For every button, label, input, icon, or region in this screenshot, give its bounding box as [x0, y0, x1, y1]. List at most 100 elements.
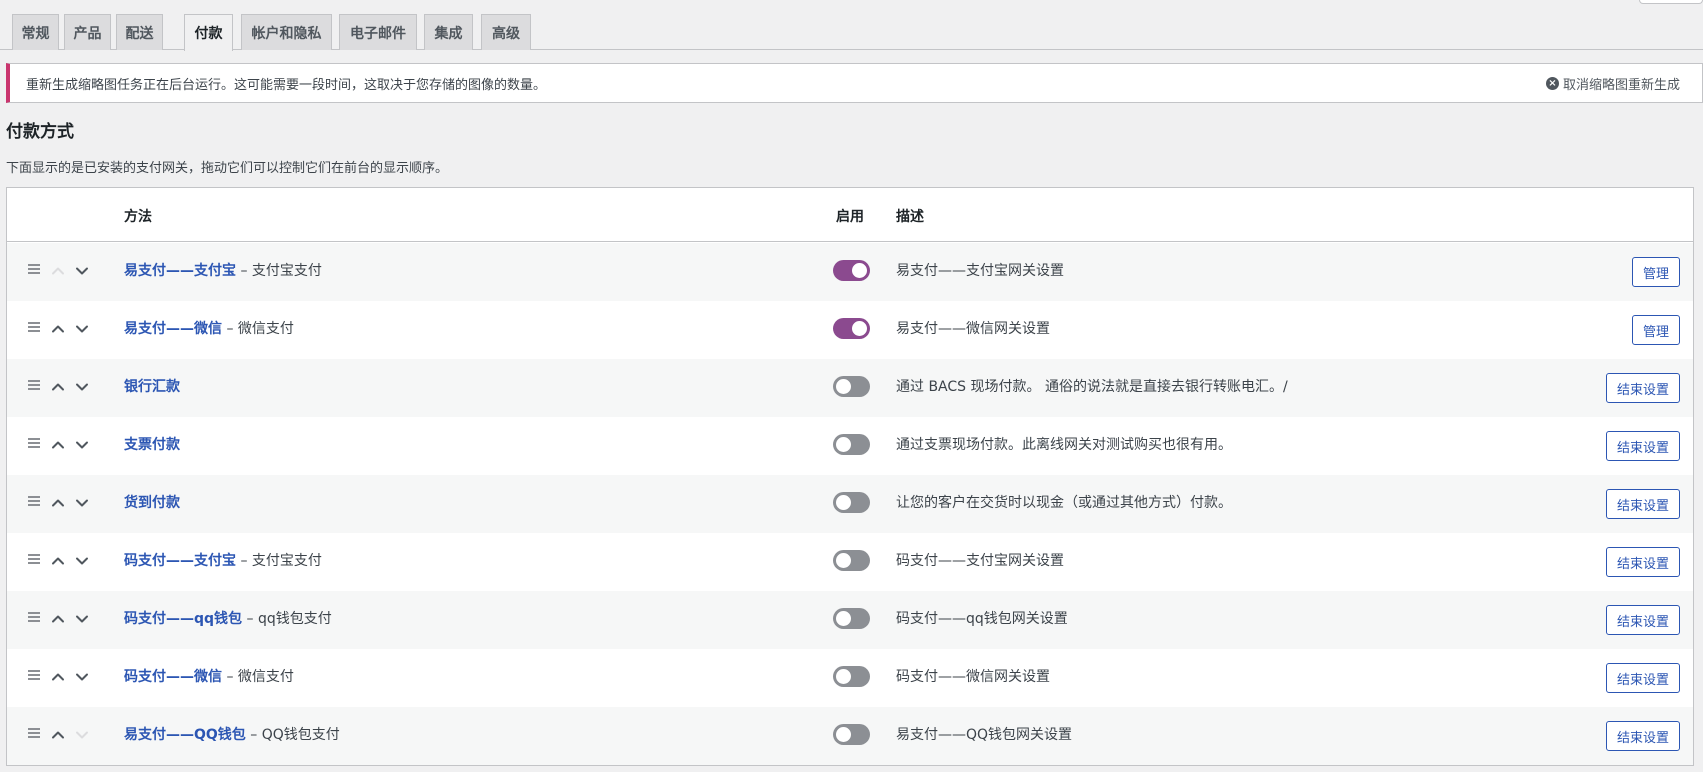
payment-methods-table: 方法 启用 描述 易支付——支付宝 – 支付宝支付 易支付——支付宝网关设置 管理易…: [6, 187, 1694, 766]
settings-tabs: 常规 产品 配送 付款 帐户和隐私 电子邮件 集成 高级: [0, 0, 1703, 51]
cancel-regeneration-link[interactable]: × 取消缩略图重新生成: [1545, 74, 1680, 93]
method-name-link[interactable]: 码支付——微信: [124, 669, 222, 685]
tab-general[interactable]: 常规: [12, 14, 59, 50]
table-row: 支票付款 通过支票现场付款。此离线网关对测试购买也很有用。 结束设置: [7, 417, 1693, 475]
move-up-icon[interactable]: [49, 668, 67, 686]
table-row: 易支付——微信 – 微信支付 易支付——微信网关设置 管理: [7, 301, 1693, 359]
enabled-toggle[interactable]: [833, 260, 870, 281]
enabled-toggle[interactable]: [833, 492, 870, 513]
method-description: 码支付——微信网关设置: [896, 669, 1050, 685]
move-up-icon[interactable]: [49, 610, 67, 628]
table-row: 码支付——qq钱包 – qq钱包支付 码支付——qq钱包网关设置 结束设置: [7, 591, 1693, 649]
finish-setup-button[interactable]: 结束设置: [1606, 431, 1680, 461]
move-up-icon: [49, 262, 67, 280]
move-up-icon[interactable]: [49, 552, 67, 570]
cancel-regeneration-label: 取消缩略图重新生成: [1562, 77, 1680, 93]
finish-setup-button[interactable]: 结束设置: [1606, 373, 1680, 403]
enabled-toggle[interactable]: [833, 318, 870, 339]
drag-handle-icon[interactable]: [28, 380, 40, 392]
tab-emails[interactable]: 电子邮件: [339, 14, 417, 50]
method-name-link[interactable]: 易支付——支付宝: [124, 263, 236, 279]
move-down-icon[interactable]: [73, 552, 91, 570]
tab-payments[interactable]: 付款: [184, 14, 233, 51]
move-down-icon[interactable]: [73, 262, 91, 280]
method-subtitle: – 微信支付: [222, 669, 294, 685]
finish-setup-button[interactable]: 结束设置: [1606, 663, 1680, 693]
method-subtitle: – 支付宝支付: [236, 553, 322, 569]
manage-button[interactable]: 管理: [1632, 257, 1680, 287]
enabled-toggle[interactable]: [833, 376, 870, 397]
enabled-toggle[interactable]: [833, 666, 870, 687]
top-right-control[interactable]: [1639, 0, 1703, 4]
tab-integration[interactable]: 集成: [424, 14, 473, 50]
method-description: 通过支票现场付款。此离线网关对测试购买也很有用。: [896, 437, 1232, 453]
method-description: 码支付——支付宝网关设置: [896, 553, 1064, 569]
enabled-toggle[interactable]: [833, 608, 870, 629]
tab-shipping[interactable]: 配送: [116, 14, 163, 50]
move-down-icon: [73, 726, 91, 744]
move-up-icon[interactable]: [49, 320, 67, 338]
method-cell: 易支付——支付宝 – 支付宝支付: [124, 260, 322, 280]
method-subtitle: – qq钱包支付: [242, 611, 332, 627]
toggle-knob: [836, 611, 851, 626]
drag-handle-icon[interactable]: [28, 322, 40, 334]
method-cell: 易支付——QQ钱包 – QQ钱包支付: [124, 724, 340, 744]
method-name-link[interactable]: 银行汇款: [124, 379, 180, 395]
toggle-knob: [836, 669, 851, 684]
table-row: 银行汇款 通过 BACS 现场付款。 通俗的说法就是直接去银行转账电汇。/ 结束设置: [7, 359, 1693, 417]
method-name-link[interactable]: 易支付——QQ钱包: [124, 727, 246, 743]
drag-handle-icon[interactable]: [28, 554, 40, 566]
tab-products[interactable]: 产品: [64, 14, 111, 50]
method-description: 码支付——qq钱包网关设置: [896, 611, 1068, 627]
method-name-link[interactable]: 支票付款: [124, 437, 180, 453]
method-subtitle: – QQ钱包支付: [245, 727, 340, 743]
method-description: 让您的客户在交货时以现金（或通过其他方式）付款。: [896, 495, 1232, 511]
move-down-icon[interactable]: [73, 668, 91, 686]
thumbnail-notice: 重新生成缩略图任务正在后台运行。这可能需要一段时间，这取决于您存储的图像的数量。…: [6, 63, 1703, 103]
method-cell: 易支付——微信 – 微信支付: [124, 318, 294, 338]
column-method: 方法: [124, 209, 152, 225]
move-down-icon[interactable]: [73, 378, 91, 396]
method-name-link[interactable]: 码支付——qq钱包: [124, 611, 242, 627]
drag-handle-icon[interactable]: [28, 438, 40, 450]
method-cell: 支票付款: [124, 434, 180, 454]
move-down-icon[interactable]: [73, 320, 91, 338]
method-cell: 码支付——支付宝 – 支付宝支付: [124, 550, 322, 570]
move-down-icon[interactable]: [73, 610, 91, 628]
table-row: 码支付——支付宝 – 支付宝支付 码支付——支付宝网关设置 结束设置: [7, 533, 1693, 591]
move-up-icon[interactable]: [49, 726, 67, 744]
toggle-knob: [836, 379, 851, 394]
notice-text: 重新生成缩略图任务正在后台运行。这可能需要一段时间，这取决于您存储的图像的数量。: [26, 77, 547, 93]
drag-handle-icon[interactable]: [28, 670, 40, 682]
table-row: 易支付——QQ钱包 – QQ钱包支付 易支付——QQ钱包网关设置 结束设置: [7, 707, 1693, 765]
enabled-toggle[interactable]: [833, 724, 870, 745]
move-up-icon[interactable]: [49, 436, 67, 454]
manage-button[interactable]: 管理: [1632, 315, 1680, 345]
table-row: 码支付——微信 – 微信支付 码支付——微信网关设置 结束设置: [7, 649, 1693, 707]
finish-setup-button[interactable]: 结束设置: [1606, 605, 1680, 635]
move-down-icon[interactable]: [73, 494, 91, 512]
table-header: 方法 启用 描述: [7, 188, 1693, 242]
column-description: 描述: [896, 209, 924, 225]
method-cell: 码支付——微信 – 微信支付: [124, 666, 294, 686]
drag-handle-icon[interactable]: [28, 264, 40, 276]
page-title: 付款方式: [6, 122, 74, 142]
drag-handle-icon[interactable]: [28, 496, 40, 508]
move-down-icon[interactable]: [73, 436, 91, 454]
enabled-toggle[interactable]: [833, 550, 870, 571]
drag-handle-icon[interactable]: [28, 612, 40, 624]
method-name-link[interactable]: 码支付——支付宝: [124, 553, 236, 569]
tab-advanced[interactable]: 高级: [481, 14, 531, 50]
enabled-toggle[interactable]: [833, 434, 870, 455]
method-name-link[interactable]: 货到付款: [124, 495, 180, 511]
method-description: 通过 BACS 现场付款。 通俗的说法就是直接去银行转账电汇。/: [896, 379, 1288, 395]
move-up-icon[interactable]: [49, 378, 67, 396]
finish-setup-button[interactable]: 结束设置: [1606, 547, 1680, 577]
move-up-icon[interactable]: [49, 494, 67, 512]
finish-setup-button[interactable]: 结束设置: [1606, 489, 1680, 519]
method-name-link[interactable]: 易支付——微信: [124, 321, 222, 337]
finish-setup-button[interactable]: 结束设置: [1606, 721, 1680, 751]
tab-accounts-privacy[interactable]: 帐户和隐私: [241, 14, 332, 50]
drag-handle-icon[interactable]: [28, 728, 40, 740]
method-description: 易支付——微信网关设置: [896, 321, 1050, 337]
